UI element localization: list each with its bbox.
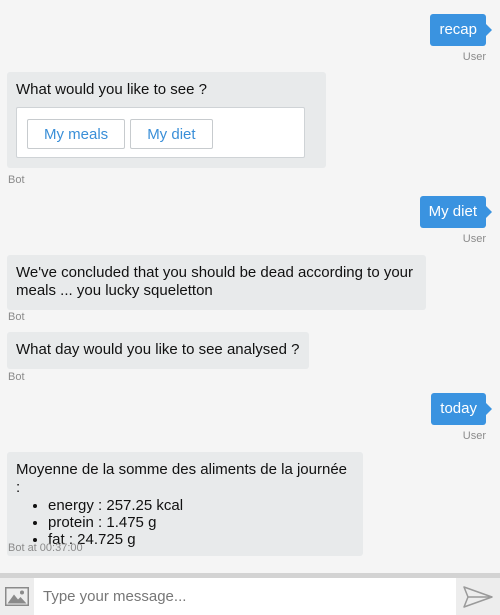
bot-message: We've concluded that you should be dead …	[7, 255, 426, 310]
user-label: User	[462, 51, 486, 63]
message-input[interactable]	[34, 580, 456, 613]
list-item: energy : 257.25 kcal	[48, 497, 354, 514]
nutrition-list: energy : 257.25 kcal protein : 1.475 g f…	[16, 497, 354, 548]
user-label: User	[462, 430, 486, 442]
bot-label: Bot at 00:37:00	[8, 542, 83, 554]
bot-message-text: What would you like to see ?	[16, 81, 207, 98]
list-item: protein : 1.475 g	[48, 514, 354, 531]
quick-reply-my-meals[interactable]: My meals	[27, 119, 126, 149]
image-upload-button[interactable]	[0, 578, 34, 615]
user-message: today	[431, 393, 492, 425]
bot-message: Moyenne de la somme des aliments de la j…	[7, 452, 363, 556]
chat-transcript: recap User What would you like to see ? …	[0, 0, 500, 573]
image-icon	[5, 587, 29, 606]
user-message: My diet	[419, 196, 493, 228]
bot-label: Bot	[8, 311, 25, 323]
user-message: recap	[430, 14, 492, 46]
bot-label: Bot	[8, 371, 25, 383]
bot-message: What would you like to see ? My meals My…	[7, 72, 326, 168]
user-label: User	[462, 233, 486, 245]
bot-message-title: Moyenne de la somme des aliments de la j…	[16, 461, 348, 496]
message-composer	[0, 573, 500, 615]
bot-label: Bot	[8, 174, 25, 186]
send-button[interactable]	[456, 578, 500, 615]
list-item: fat : 24.725 g	[48, 531, 354, 548]
send-icon	[463, 585, 493, 608]
quick-reply-my-diet[interactable]: My diet	[130, 119, 213, 149]
quick-replies: My meals My diet	[16, 107, 305, 158]
bot-message: What day would you like to see analysed …	[7, 332, 309, 369]
